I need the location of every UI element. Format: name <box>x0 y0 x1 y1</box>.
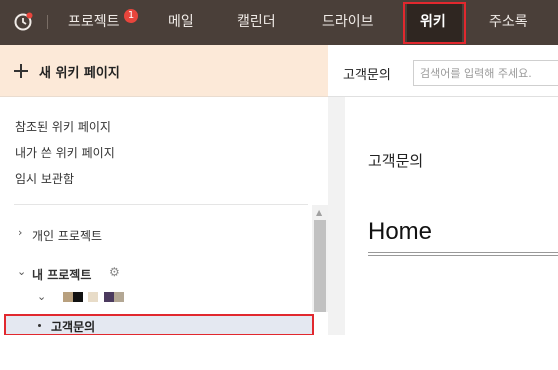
chevron-right-icon[interactable]: › <box>18 226 22 239</box>
project-color-swatch <box>63 292 73 302</box>
wiki-document <box>345 97 558 335</box>
nav-item-mail[interactable]: 메일 <box>168 0 194 45</box>
project-color-swatch <box>114 292 124 302</box>
nav-divider <box>47 15 48 29</box>
search-box[interactable] <box>413 60 558 86</box>
tree-selected-page-label: 고객문의 <box>51 320 96 334</box>
document-title: Home <box>368 218 433 245</box>
nav-item-calendar[interactable]: 캘린더 <box>237 0 276 45</box>
bullet-icon <box>38 324 41 327</box>
search-input[interactable] <box>420 65 558 81</box>
project-color-swatch <box>73 292 83 302</box>
gear-icon[interactable]: ⚙ <box>109 265 120 279</box>
project-color-swatch <box>88 292 98 302</box>
nav-item-drive[interactable]: 드라이브 <box>322 0 374 45</box>
nav-item-project[interactable]: 프로젝트 <box>68 0 120 45</box>
chevron-down-icon[interactable]: ⌄ <box>17 265 26 278</box>
chevron-down-icon[interactable]: ⌄ <box>37 290 46 303</box>
plus-icon <box>14 64 28 78</box>
page-bottom-area <box>0 335 558 370</box>
title-underline <box>368 252 558 253</box>
sidebar-link-my-written[interactable]: 내가 쓴 위키 페이지 <box>15 144 115 161</box>
sidebar-divider <box>14 204 308 205</box>
tree-personal-project[interactable]: 개인 프로젝트 <box>32 227 102 244</box>
sidebar-link-referenced[interactable]: 참조된 위키 페이지 <box>15 118 111 135</box>
new-wiki-page-label: 새 위키 페이지 <box>39 66 120 81</box>
new-wiki-page-button[interactable]: 새 위키 페이지 <box>0 45 328 97</box>
document-project-name: 고객문의 <box>368 152 424 170</box>
top-navigation-bar: 프로젝트 1 메일 캘린더 드라이브 위키 주소록 <box>0 0 558 45</box>
clock-icon[interactable] <box>13 12 33 32</box>
tree-my-projects[interactable]: 내 프로젝트 <box>32 266 91 283</box>
title-underline <box>368 255 558 256</box>
sidebar-link-drafts[interactable]: 임시 보관함 <box>15 170 74 187</box>
nav-item-wiki[interactable]: 위키 <box>420 0 446 45</box>
scrollbar-thumb[interactable] <box>314 220 326 312</box>
nav-item-contacts[interactable]: 주소록 <box>489 0 528 45</box>
notification-badge: 1 <box>124 9 138 23</box>
project-color-swatch <box>104 292 114 302</box>
content-header-title: 고객문의 <box>343 68 391 83</box>
scroll-up-arrow-icon[interactable]: ▲ <box>316 208 322 217</box>
